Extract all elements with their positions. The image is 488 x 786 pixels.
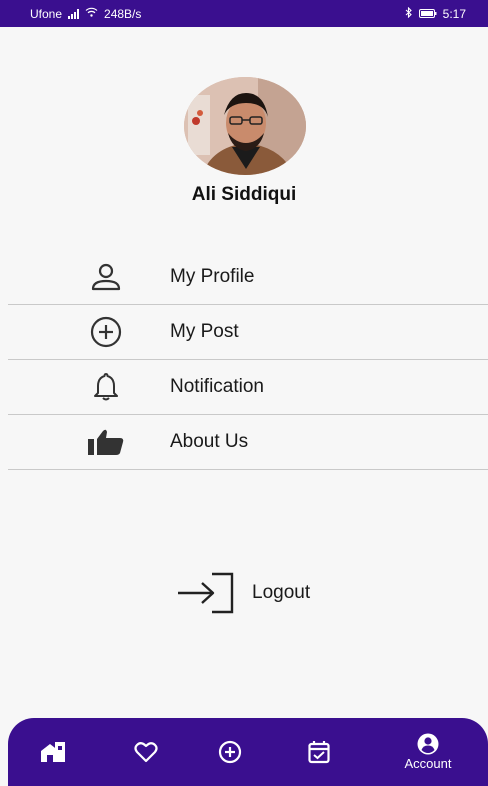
add-circle-icon [86,316,126,348]
thumbs-up-icon [86,426,126,458]
menu-item-notification[interactable]: Notification [8,360,488,415]
home-icon [40,741,66,763]
add-circle-icon [218,740,242,764]
avatar[interactable] [184,77,306,175]
bluetooth-icon [405,6,413,21]
wifi-icon [85,7,98,20]
network-speed: 248B/s [104,6,142,21]
menu-item-about-us[interactable]: About Us [8,415,488,470]
status-bar: Ufone 248B/s 5:17 [0,0,488,27]
calendar-check-icon [307,740,331,764]
bell-icon [86,371,126,403]
heart-icon [134,741,158,763]
nav-account-label: Account [404,756,452,771]
menu-item-my-profile[interactable]: My Profile [8,250,488,305]
logout-label: Logout [252,582,311,603]
clock: 5:17 [442,6,466,21]
nav-account[interactable]: Account [392,718,464,786]
menu-item-label: My Profile [170,266,255,287]
nav-add[interactable] [200,718,260,786]
menu-item-my-post[interactable]: My Post [8,305,488,360]
nav-calendar[interactable] [289,718,349,786]
status-left: Ufone 248B/s [30,7,141,21]
battery-icon [418,7,437,21]
carrier-name: Ufone [30,6,63,21]
bottom-navigation: Account [8,718,488,786]
signal-icon [68,8,80,19]
person-icon [86,261,126,293]
account-icon [417,733,439,755]
menu-item-label: My Post [170,321,239,342]
menu-item-label: Notification [170,376,264,397]
avatar-photo [184,77,306,175]
nav-favorites[interactable] [116,718,176,786]
nav-home[interactable] [23,718,83,786]
status-right: 5:17 [405,6,466,21]
logout-icon [176,572,238,614]
profile-name: Ali Siddiqui [191,184,297,205]
account-menu: My Profile My Post Notification About Us [8,250,488,470]
logout-button[interactable]: Logout [176,572,346,614]
menu-item-label: About Us [170,431,249,452]
